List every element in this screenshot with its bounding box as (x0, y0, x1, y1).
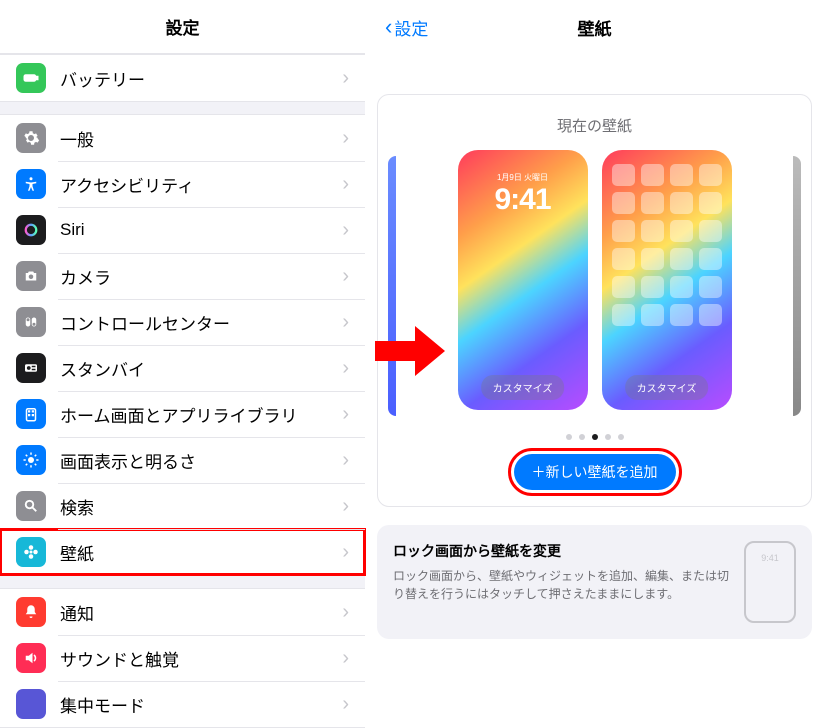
battery-icon (16, 63, 46, 93)
wallpaper-previews: 1月9日 火曜日 9:41 カスタマイズ カスタマイズ (458, 150, 732, 410)
row-search[interactable]: 検索 › (0, 483, 365, 529)
phone-time: 9:41 (761, 553, 779, 563)
row-label: サウンドと触覚 (60, 646, 342, 671)
info-text: ロック画面から壁紙を変更 ロック画面から、壁紙やウィジェットを追加、編集、または… (393, 541, 732, 623)
row-label: 検索 (60, 494, 342, 519)
speaker-icon (16, 643, 46, 673)
accessibility-icon (16, 169, 46, 199)
row-battery[interactable]: バッテリー › (0, 55, 365, 101)
next-wallpaper-peek[interactable] (793, 156, 801, 416)
wallpaper-carousel[interactable]: 1月9日 火曜日 9:41 カスタマイズ カスタマイズ (388, 150, 801, 422)
row-wallpaper[interactable]: 壁紙 › (0, 529, 365, 575)
row-label: 通知 (60, 600, 342, 625)
chevron-right-icon: › (342, 601, 349, 624)
settings-title: 設定 (0, 14, 365, 39)
row-notifications[interactable]: 通知 › (0, 589, 365, 635)
row-label: バッテリー (60, 66, 342, 91)
home-grid-icon (16, 399, 46, 429)
page-indicator (388, 434, 801, 440)
settings-header: 設定 (0, 0, 365, 54)
row-label: カメラ (60, 264, 342, 289)
row-siri[interactable]: Siri › (0, 207, 365, 253)
info-title: ロック画面から壁紙を変更 (393, 541, 732, 561)
row-label: 画面表示と明るさ (60, 448, 342, 473)
current-wallpaper-card: 現在の壁紙 1月9日 火曜日 9:41 カスタマイズ (377, 94, 812, 507)
chevron-right-icon: › (342, 541, 349, 564)
row-display[interactable]: 画面表示と明るさ › (0, 437, 365, 483)
chevron-right-icon: › (342, 173, 349, 196)
siri-icon (16, 215, 46, 245)
row-controlcenter[interactable]: コントロールセンター › (0, 299, 365, 345)
bell-icon (16, 597, 46, 627)
chevron-right-icon: › (342, 67, 349, 90)
add-wallpaper-button[interactable]: ＋新しい壁紙を追加 (514, 454, 676, 490)
chevron-right-icon: › (342, 357, 349, 380)
settings-group-2: 通知 › サウンドと触覚 › 集中モード › (0, 588, 365, 728)
row-homescreen[interactable]: ホーム画面とアプリライブラリ › (0, 391, 365, 437)
chevron-right-icon: › (342, 219, 349, 242)
chevron-left-icon: ‹ (385, 14, 392, 40)
lock-date: 1月9日 火曜日 (458, 172, 588, 183)
chevron-right-icon: › (342, 693, 349, 716)
row-label: アクセシビリティ (60, 172, 342, 197)
customize-lock-button[interactable]: カスタマイズ (481, 375, 565, 400)
phone-outline-icon: 9:41 (744, 541, 796, 623)
search-icon (16, 491, 46, 521)
chevron-right-icon: › (342, 127, 349, 150)
chevron-right-icon: › (342, 495, 349, 518)
row-sounds[interactable]: サウンドと触覚 › (0, 635, 365, 681)
info-body: ロック画面から、壁紙やウィジェットを追加、編集、または切り替えを行うにはタッチし… (393, 567, 732, 603)
chevron-right-icon: › (342, 311, 349, 334)
row-label: 一般 (60, 126, 342, 151)
row-label: スタンバイ (60, 356, 342, 381)
red-arrow-icon (370, 321, 450, 381)
row-label: コントロールセンター (60, 310, 342, 335)
settings-group-1: 一般 › アクセシビリティ › Siri › カメラ › (0, 114, 365, 576)
standby-icon (16, 353, 46, 383)
current-wallpaper-label: 現在の壁紙 (388, 115, 801, 136)
settings-panel: 設定 バッテリー › 一般 › アクセシビリティ › (0, 0, 365, 702)
home-screen-preview[interactable]: カスタマイズ (602, 150, 732, 410)
row-label: Siri (60, 220, 342, 240)
row-standby[interactable]: スタンバイ › (0, 345, 365, 391)
row-accessibility[interactable]: アクセシビリティ › (0, 161, 365, 207)
row-label: ホーム画面とアプリライブラリ (60, 402, 342, 427)
back-button[interactable]: ‹ 設定 (385, 14, 428, 40)
settings-group-0: バッテリー › (0, 54, 365, 102)
home-app-grid (602, 150, 732, 340)
chevron-right-icon: › (342, 403, 349, 426)
gear-icon (16, 123, 46, 153)
brightness-icon (16, 445, 46, 475)
row-focus[interactable]: 集中モード › (0, 681, 365, 727)
lock-time: 9:41 (458, 183, 588, 217)
lock-clock-display: 1月9日 火曜日 9:41 (458, 172, 588, 217)
camera-icon (16, 261, 46, 291)
lock-screen-preview[interactable]: 1月9日 火曜日 9:41 カスタマイズ (458, 150, 588, 410)
chevron-right-icon: › (342, 265, 349, 288)
back-label: 設定 (394, 15, 428, 40)
sliders-icon (16, 307, 46, 337)
chevron-right-icon: › (342, 449, 349, 472)
row-label: 壁紙 (60, 540, 342, 565)
chevron-right-icon: › (342, 647, 349, 670)
wallpaper-title: 壁紙 (578, 15, 612, 40)
moon-icon (16, 689, 46, 719)
row-general[interactable]: 一般 › (0, 115, 365, 161)
flower-icon (16, 537, 46, 567)
lock-screen-info-card: ロック画面から壁紙を変更 ロック画面から、壁紙やウィジェットを追加、編集、または… (377, 525, 812, 639)
customize-home-button[interactable]: カスタマイズ (625, 375, 709, 400)
row-camera[interactable]: カメラ › (0, 253, 365, 299)
wallpaper-header: ‹ 設定 壁紙 (377, 0, 812, 54)
row-label: 集中モード (60, 692, 342, 717)
